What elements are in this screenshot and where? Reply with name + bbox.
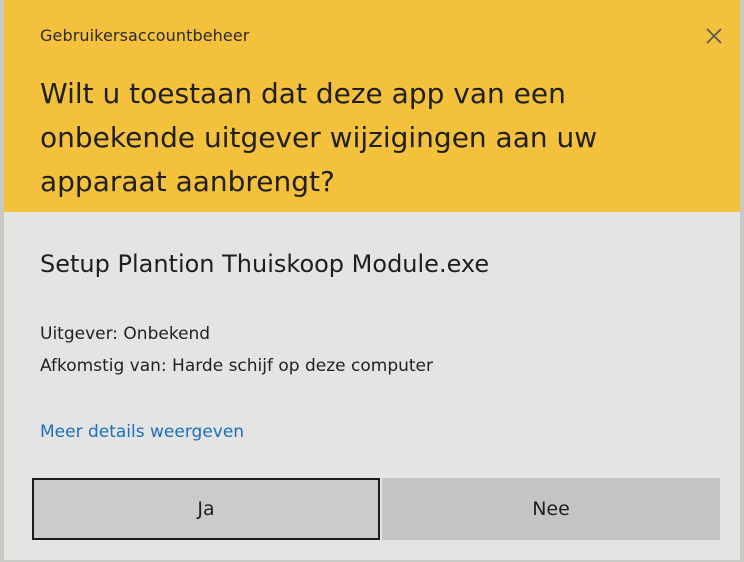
dialog-app-title: Gebruikersaccountbeheer <box>40 26 250 45</box>
uac-dialog: Gebruikersaccountbeheer Wilt u toestaan … <box>4 0 740 560</box>
close-icon <box>706 28 722 44</box>
dialog-body: Setup Plantion Thuiskoop Module.exe Uitg… <box>4 212 740 560</box>
dialog-header: Gebruikersaccountbeheer Wilt u toestaan … <box>4 0 740 212</box>
publisher-info: Uitgever: Onbekend <box>40 324 211 344</box>
yes-button[interactable]: Ja <box>32 478 380 540</box>
close-button[interactable] <box>700 22 728 50</box>
more-details-link[interactable]: Meer details weergeven <box>40 422 244 442</box>
no-button[interactable]: Nee <box>382 478 720 540</box>
dialog-question: Wilt u toestaan dat deze app van een onb… <box>40 77 598 198</box>
origin-info: Afkomstig van: Harde schijf op deze comp… <box>40 356 434 376</box>
program-name: Setup Plantion Thuiskoop Module.exe <box>40 250 490 278</box>
